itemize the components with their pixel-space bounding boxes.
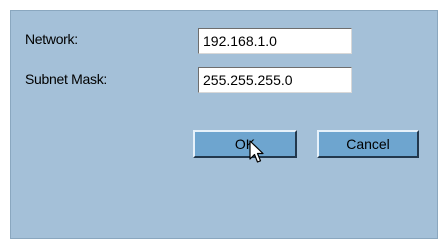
subnet-mask-label: Subnet Mask: (25, 71, 107, 87)
network-input[interactable] (198, 28, 352, 54)
network-settings-dialog: Network: Subnet Mask: OK Cancel (10, 10, 438, 239)
subnet-mask-input[interactable] (198, 67, 352, 93)
network-label: Network: (25, 31, 78, 47)
mouse-pointer-icon (249, 140, 264, 163)
ok-button[interactable]: OK (193, 130, 297, 158)
cancel-button[interactable]: Cancel (317, 130, 419, 158)
